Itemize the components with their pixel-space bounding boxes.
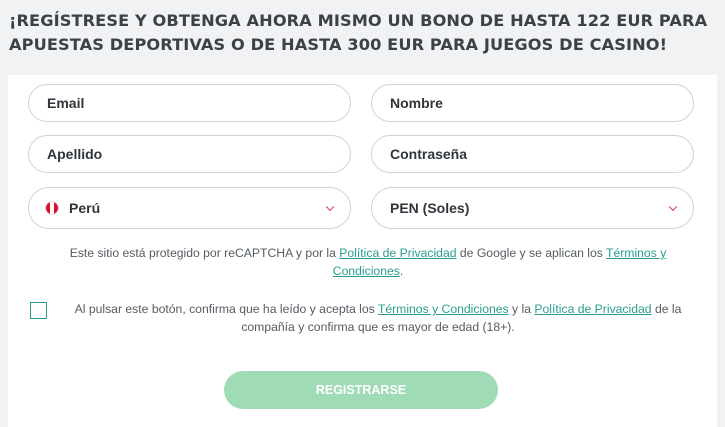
email-field[interactable]: Email (28, 84, 351, 122)
consent-text-1: Al pulsar este botón, confirma que ha le… (74, 302, 378, 316)
password-placeholder: Contraseña (390, 146, 468, 162)
register-button[interactable]: REGISTRARSE (224, 371, 498, 409)
surname-placeholder: Apellido (47, 146, 103, 162)
consent-text-2: y la (508, 302, 535, 316)
surname-field[interactable]: Apellido (28, 135, 351, 173)
peru-flag-icon (45, 201, 59, 215)
country-select[interactable]: Perú (28, 187, 351, 229)
recaptcha-text-1: Este sitio está protegido por reCAPTCHA … (69, 246, 340, 260)
consent-privacy-link[interactable]: Política de Privacidad (534, 302, 651, 316)
country-value: Perú (69, 200, 101, 216)
recaptcha-text-2: de Google y se aplican los (456, 246, 607, 260)
consent-text: Al pulsar este botón, confirma que ha le… (58, 300, 698, 336)
privacy-policy-link[interactable]: Política de Privacidad (339, 246, 456, 260)
recaptcha-notice: Este sitio está protegido por reCAPTCHA … (48, 244, 688, 280)
chevron-down-icon (325, 202, 335, 212)
promo-headline: ¡REGÍSTRESE Y OBTENGA AHORA MISMO UN BON… (9, 9, 714, 57)
name-field[interactable]: Nombre (371, 84, 694, 122)
password-field[interactable]: Contraseña (371, 135, 694, 173)
consent-terms-link[interactable]: Términos y Condiciones (378, 302, 509, 316)
currency-select[interactable]: PEN (Soles) (371, 187, 694, 229)
promo-headline-line2: APUESTAS DEPORTIVAS O DE HASTA 300 EUR P… (9, 35, 668, 54)
chevron-down-icon (668, 202, 678, 212)
consent-checkbox[interactable] (30, 302, 47, 319)
recaptcha-text-3: . (399, 264, 404, 278)
email-placeholder: Email (47, 95, 85, 111)
currency-value: PEN (Soles) (390, 200, 470, 216)
registration-form: Email Nombre Apellido Contraseña Perú PE… (8, 75, 717, 427)
name-placeholder: Nombre (390, 95, 443, 111)
promo-headline-line1: ¡REGÍSTRESE Y OBTENGA AHORA MISMO UN BON… (9, 11, 708, 30)
